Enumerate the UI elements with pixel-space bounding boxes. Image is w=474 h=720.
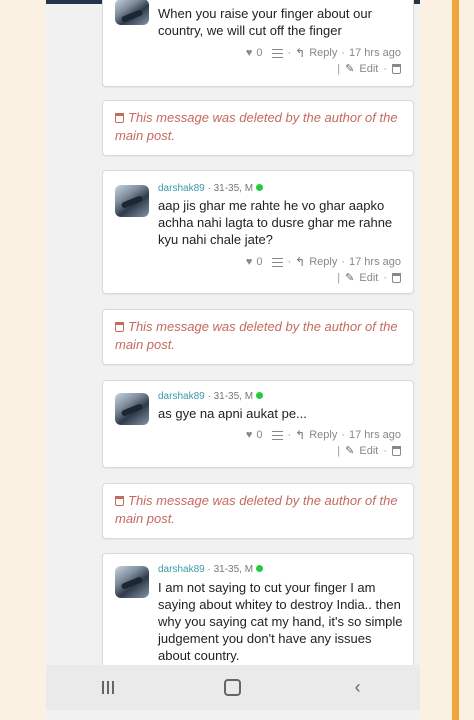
accent-bar <box>452 0 459 720</box>
comment-text: as gye na apni aukat pe... <box>158 406 307 421</box>
recent-apps-icon[interactable] <box>88 673 128 703</box>
user-demographics: · 31-35, M <box>204 564 254 575</box>
list-icon[interactable] <box>272 48 284 58</box>
separator: · <box>287 429 292 441</box>
separator: · <box>383 271 387 284</box>
separator: · <box>341 256 346 268</box>
reply-arrow-icon[interactable]: ↰ <box>295 255 305 269</box>
comment-card: darshak89 · 31-35, M as gye na apni auka… <box>102 380 414 468</box>
timestamp: 17 hrs ago <box>349 47 401 59</box>
trash-icon <box>115 113 124 123</box>
edit-link[interactable]: Edit <box>359 272 378 284</box>
separator: | <box>337 444 341 457</box>
avatar[interactable] <box>115 185 149 217</box>
comment-actions: ♥ 0 · ↰ Reply · 17 hrs ago <box>246 255 401 269</box>
user-demographics: · 31-35, M <box>204 391 254 402</box>
heart-icon[interactable]: ♥ <box>246 256 253 268</box>
reply-link[interactable]: Reply <box>309 256 337 268</box>
separator: · <box>341 47 346 59</box>
separator: | <box>337 62 341 75</box>
separator: · <box>383 444 387 457</box>
home-icon[interactable] <box>213 673 253 703</box>
deleted-message-card: This message was deleted by the author o… <box>102 483 414 539</box>
comment-meta: darshak89 · 31-35, M <box>158 183 264 194</box>
like-count: 0 <box>256 47 263 59</box>
comment-text: aap jis ghar me rahte he vo ghar aapko a… <box>158 198 393 247</box>
edit-link[interactable]: Edit <box>359 445 378 457</box>
comment-edit-row: | ✎ Edit · <box>337 444 401 457</box>
username-link[interactable]: darshak89 <box>158 183 205 194</box>
pencil-icon[interactable]: ✎ <box>345 444 354 457</box>
deleted-message-card: This message was deleted by the author o… <box>102 100 414 156</box>
deleted-notice-text: This message was deleted by the author o… <box>115 493 398 526</box>
reply-link[interactable]: Reply <box>309 47 337 59</box>
separator: · <box>287 47 292 59</box>
comment-actions: ♥ 0 · ↰ Reply · 17 hrs ago <box>246 46 401 60</box>
avatar[interactable] <box>115 566 149 598</box>
deleted-notice: This message was deleted by the author o… <box>115 109 405 145</box>
like-count: 0 <box>256 256 263 268</box>
separator: · <box>287 256 292 268</box>
list-icon[interactable] <box>272 430 284 440</box>
separator: · <box>383 62 387 75</box>
comment-meta: darshak89 · 31-35, M <box>158 391 264 402</box>
reply-link[interactable]: Reply <box>309 429 337 441</box>
comment-text: I am not saying to cut your finger I am … <box>158 580 403 663</box>
separator: · <box>341 429 346 441</box>
timestamp: 17 hrs ago <box>349 429 401 441</box>
username-link[interactable]: darshak89 <box>158 391 205 402</box>
trash-icon[interactable] <box>392 445 401 456</box>
comment-card: darshak89 · 31-35, M aap jis ghar me rah… <box>102 170 414 294</box>
user-demographics: · 31-35, M <box>204 183 254 194</box>
heart-icon[interactable]: ♥ <box>246 47 253 59</box>
like-count: 0 <box>256 429 263 441</box>
avatar[interactable] <box>115 0 149 25</box>
list-icon[interactable] <box>272 257 284 267</box>
trash-icon <box>115 496 124 506</box>
comment-text: When you raise your finger about our cou… <box>158 6 372 38</box>
username-link[interactable]: darshak89 <box>158 564 205 575</box>
pencil-icon[interactable]: ✎ <box>345 62 354 75</box>
deleted-notice: This message was deleted by the author o… <box>115 492 405 528</box>
trash-icon[interactable] <box>392 63 401 74</box>
trash-icon <box>115 322 124 332</box>
comment-edit-row: | ✎ Edit · <box>337 62 401 75</box>
system-nav-bar: ‹ <box>46 665 420 710</box>
pencil-icon[interactable]: ✎ <box>345 271 354 284</box>
reply-arrow-icon[interactable]: ↰ <box>295 428 305 442</box>
separator: | <box>337 271 341 284</box>
comment-meta: darshak89 · 31-35, M <box>158 564 264 575</box>
online-dot-icon <box>256 184 264 191</box>
deleted-notice: This message was deleted by the author o… <box>115 318 405 354</box>
comment-card: When you raise your finger about our cou… <box>102 0 414 87</box>
online-dot-icon <box>256 565 264 572</box>
online-dot-icon <box>256 392 264 399</box>
edit-link[interactable]: Edit <box>359 63 378 75</box>
back-icon[interactable]: ‹ <box>338 673 378 703</box>
timestamp: 17 hrs ago <box>349 256 401 268</box>
deleted-notice-text: This message was deleted by the author o… <box>115 110 398 143</box>
deleted-notice-text: This message was deleted by the author o… <box>115 319 398 352</box>
avatar[interactable] <box>115 393 149 425</box>
trash-icon[interactable] <box>392 272 401 283</box>
comment-actions: ♥ 0 · ↰ Reply · 17 hrs ago <box>246 428 401 442</box>
comment-edit-row: | ✎ Edit · <box>337 271 401 284</box>
heart-icon[interactable]: ♥ <box>246 429 253 441</box>
reply-arrow-icon[interactable]: ↰ <box>295 46 305 60</box>
deleted-message-card: This message was deleted by the author o… <box>102 309 414 365</box>
